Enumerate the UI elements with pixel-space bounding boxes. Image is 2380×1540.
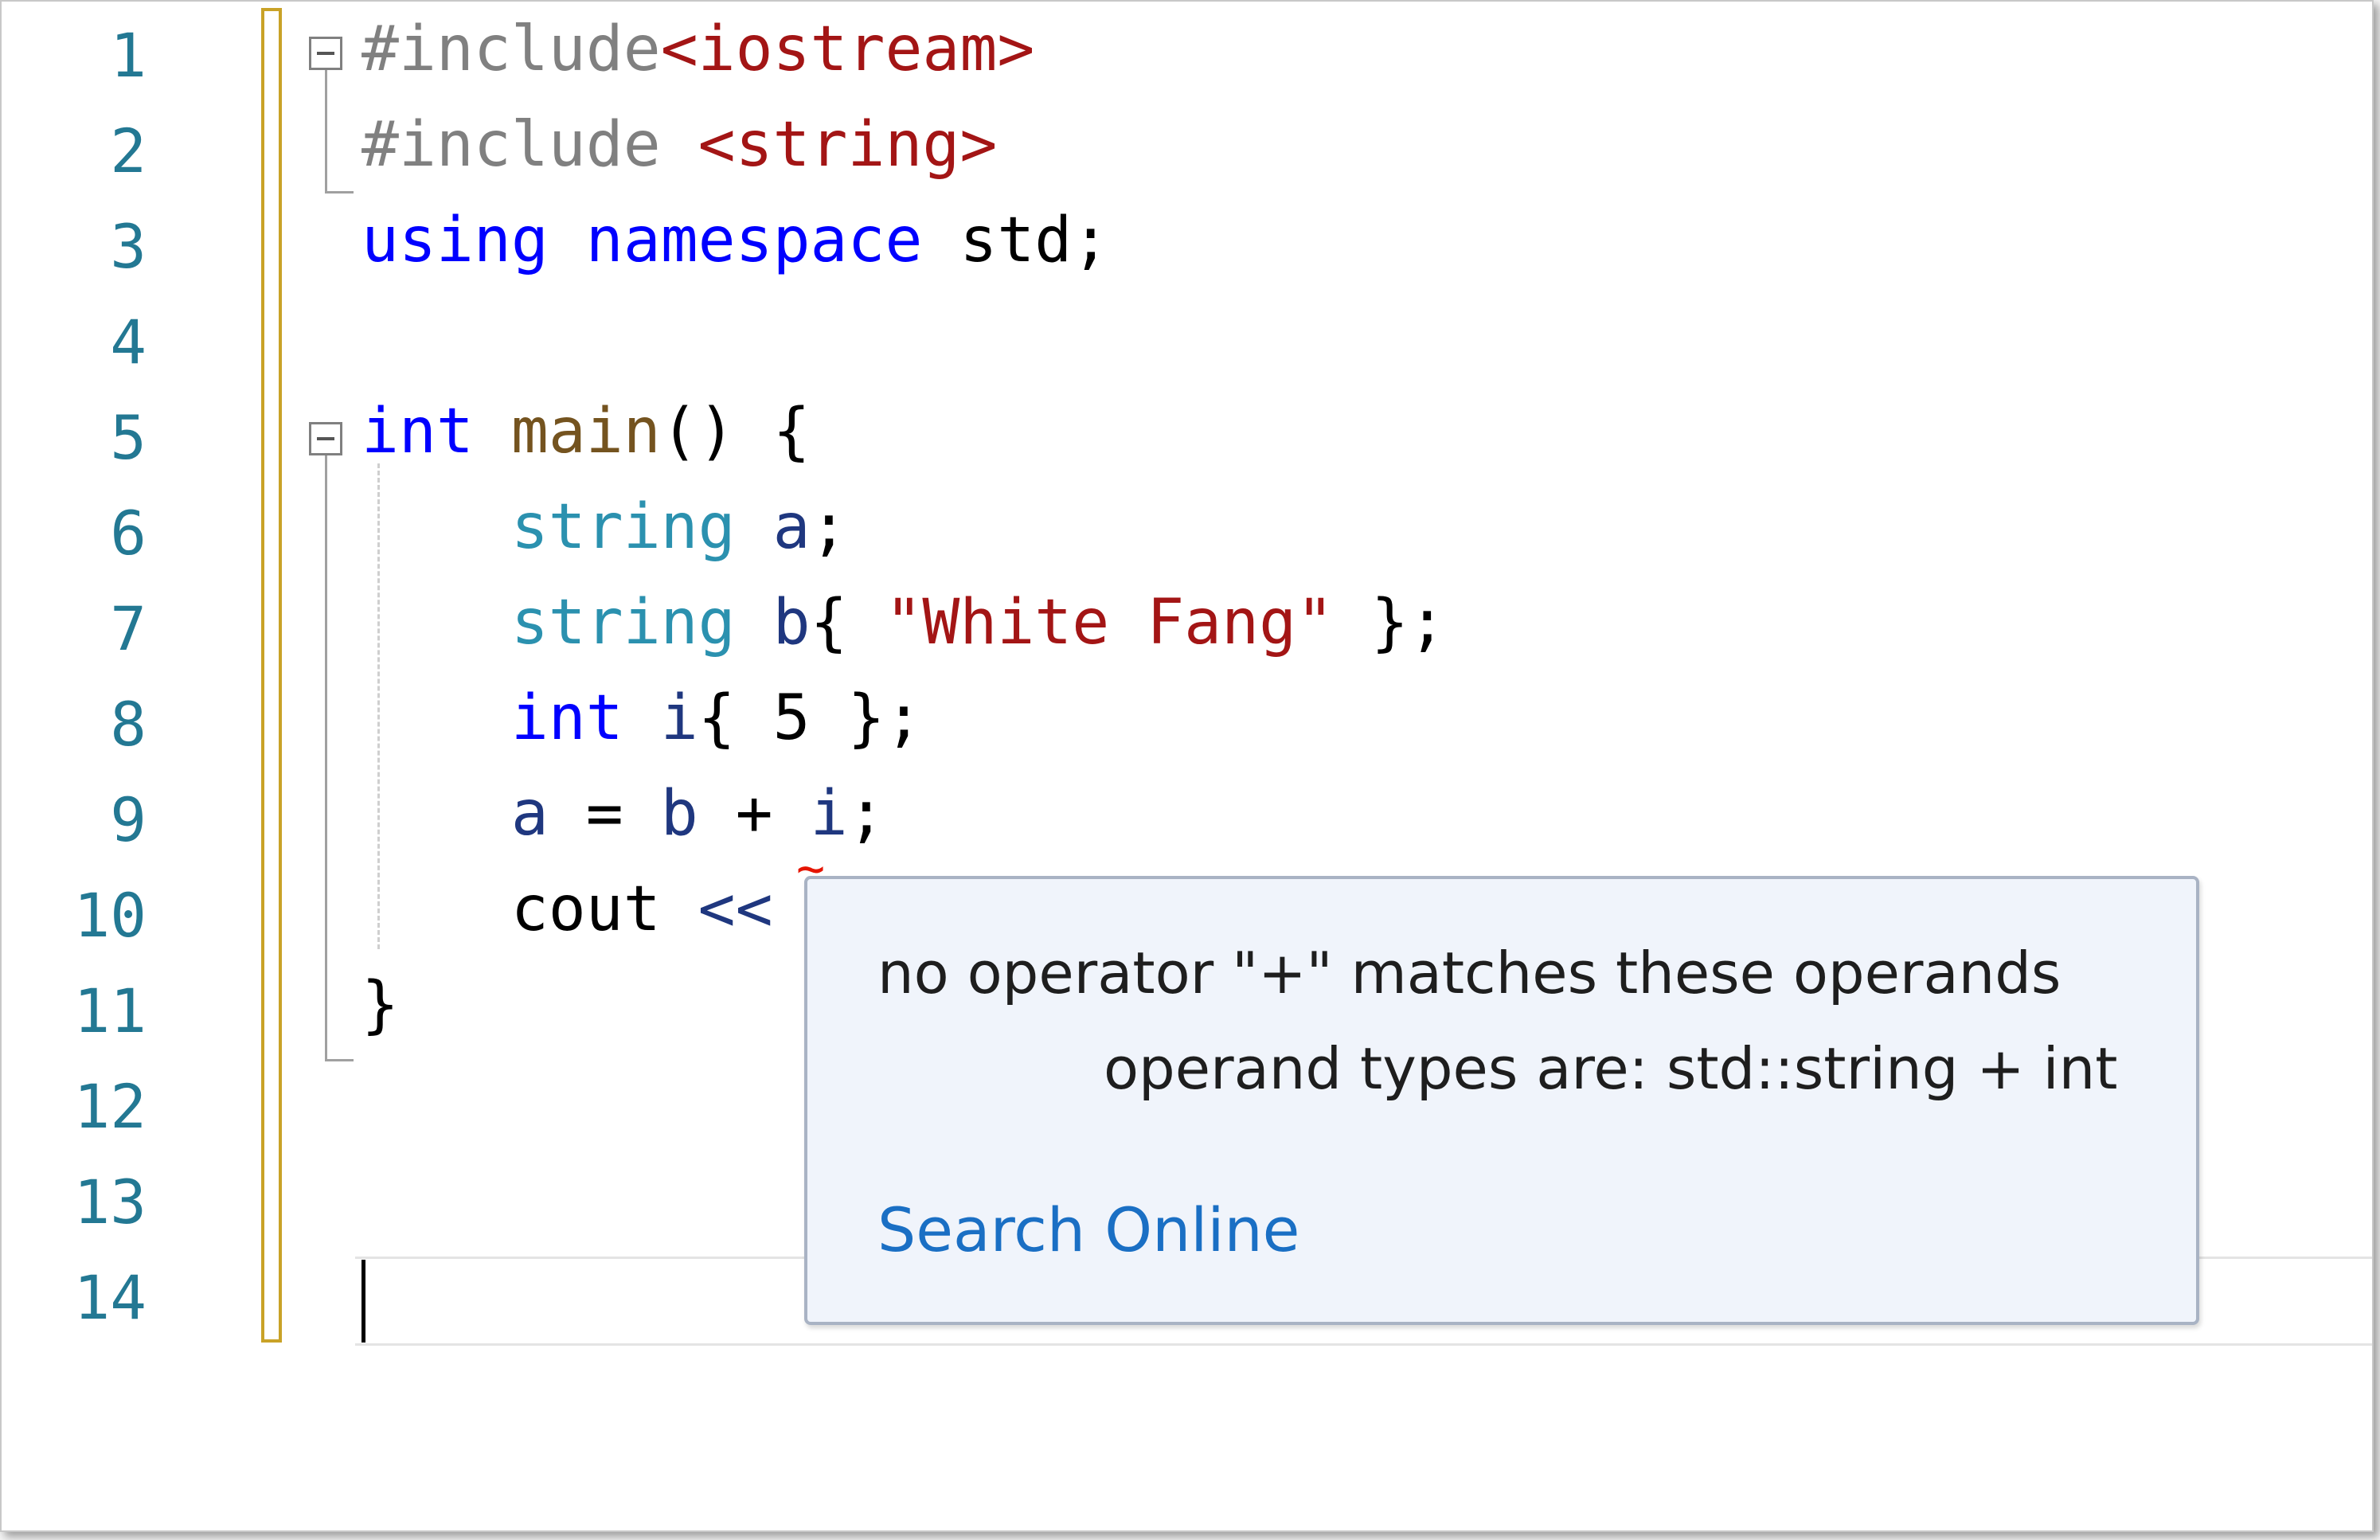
code-line-6: string a; bbox=[361, 479, 848, 575]
code-line-11: } bbox=[361, 957, 399, 1053]
variable: a bbox=[510, 778, 549, 850]
line-number: 5 bbox=[110, 402, 147, 473]
type-name: string bbox=[510, 587, 736, 659]
search-online-link[interactable]: Search Online bbox=[877, 1194, 1299, 1265]
type-name: string bbox=[510, 491, 736, 563]
punctuation: () { bbox=[660, 396, 811, 467]
line-number: 8 bbox=[110, 689, 147, 760]
code-line-3: using namespace std; bbox=[361, 193, 1109, 288]
fold-guide-line bbox=[325, 70, 327, 193]
line-number: 9 bbox=[110, 784, 147, 855]
keyword: int bbox=[510, 682, 623, 754]
line-number: 14 bbox=[73, 1262, 147, 1333]
code-line-2: #include <string> bbox=[361, 97, 997, 193]
include-header: <string> bbox=[698, 109, 998, 181]
function-name: main bbox=[510, 396, 661, 467]
operator: = bbox=[548, 778, 661, 850]
punctuation: ; bbox=[810, 491, 848, 563]
punctuation: { 5 }; bbox=[698, 682, 923, 754]
code-line-8: int i{ 5 }; bbox=[361, 670, 923, 766]
identifier: cout bbox=[510, 874, 661, 945]
variable: i bbox=[810, 778, 848, 850]
error-message: no operator "+" matches these operands bbox=[877, 940, 2061, 1006]
error-tooltip: no operator "+" matches these operands o… bbox=[804, 876, 2199, 1325]
line-number: 3 bbox=[110, 211, 147, 282]
operator: << bbox=[698, 874, 773, 945]
fold-guide-end bbox=[325, 1059, 354, 1061]
variable: b bbox=[660, 778, 698, 850]
preprocessor-directive: #include bbox=[361, 109, 698, 181]
line-number: 11 bbox=[73, 975, 147, 1046]
collapse-icon[interactable] bbox=[309, 37, 342, 70]
string-literal: "White Fang" bbox=[885, 587, 1334, 659]
line-number: 10 bbox=[73, 880, 147, 951]
line-number: 1 bbox=[110, 20, 147, 91]
namespace-name: std; bbox=[959, 205, 1110, 276]
line-number: 4 bbox=[110, 307, 147, 377]
text-caret bbox=[361, 1260, 365, 1343]
keyword: int bbox=[361, 396, 474, 467]
code-line-7: string b{ "White Fang" }; bbox=[361, 575, 1446, 670]
error-operator[interactable]: + bbox=[698, 778, 811, 850]
line-number: 13 bbox=[73, 1167, 147, 1237]
variable: a bbox=[772, 491, 811, 563]
change-tracking-bar bbox=[261, 8, 282, 1343]
fold-guide-end bbox=[325, 191, 354, 193]
variable: i bbox=[660, 682, 698, 754]
line-number: 2 bbox=[110, 115, 147, 186]
line-number: 6 bbox=[110, 498, 147, 569]
line-number: 12 bbox=[73, 1071, 147, 1142]
include-header: <iostream> bbox=[660, 14, 1035, 85]
variable: b bbox=[772, 587, 811, 659]
keyword: namespace bbox=[585, 205, 923, 276]
code-line-10: cout << bbox=[361, 862, 773, 957]
keyword: using bbox=[361, 205, 549, 276]
code-editor[interactable]: 1 2 3 4 5 6 7 8 9 10 11 12 13 14 #includ… bbox=[0, 0, 2374, 1532]
fold-guide-line bbox=[325, 455, 327, 1061]
preprocessor-directive: #include bbox=[361, 14, 661, 85]
code-line-5: int main() { bbox=[361, 384, 811, 479]
punctuation: }; bbox=[1334, 587, 1446, 659]
punctuation: ; bbox=[847, 778, 885, 850]
code-line-1: #include<iostream> bbox=[361, 2, 1034, 97]
error-detail: operand types are: std::string + int bbox=[1104, 1035, 2118, 1102]
line-number: 7 bbox=[110, 593, 147, 664]
collapse-icon[interactable] bbox=[309, 422, 342, 455]
punctuation: { bbox=[810, 587, 885, 659]
closing-brace: } bbox=[361, 969, 399, 1041]
